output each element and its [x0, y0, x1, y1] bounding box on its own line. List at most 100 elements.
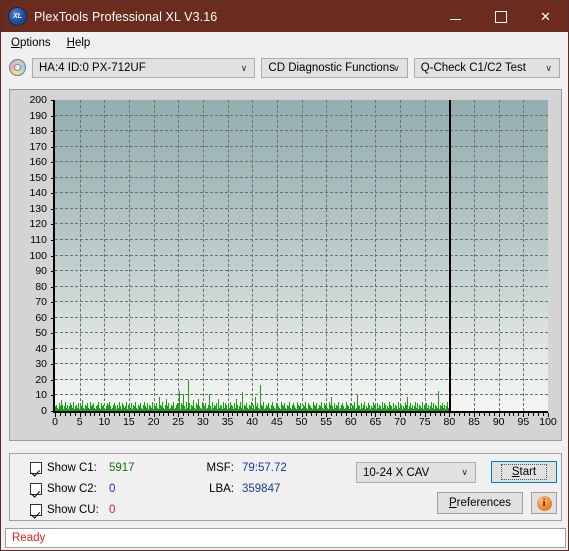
show-c1-checkbox-row[interactable]: Show C1: 5917 — [30, 462, 135, 474]
chart-y-tick-label: 140 — [29, 187, 47, 200]
chart-y-tick — [51, 177, 54, 179]
chart-y-tick-label: 20 — [35, 373, 47, 386]
chart-x-tick-label: 80 — [443, 416, 456, 428]
c2-count-value: 0 — [109, 483, 116, 495]
chart-y-tick-label: 130 — [29, 202, 47, 215]
show-cu-label: Show CU: — [47, 504, 99, 516]
chart-y-tick-label: 30 — [35, 358, 47, 371]
chart-y-tick — [51, 395, 54, 397]
show-c2-label: Show C2: — [47, 483, 97, 495]
test-select[interactable]: Q-Check C1/C2 Test ∨ — [413, 57, 560, 78]
chart-x-tick-label: 50 — [295, 416, 308, 428]
chart-y-tick-label: 10 — [35, 389, 47, 402]
show-c2-checkbox-row[interactable]: Show C2: 0 — [30, 483, 115, 495]
chart-y-tick — [51, 364, 54, 366]
status-bar: Ready — [5, 528, 566, 548]
cd-disc-icon — [9, 59, 26, 76]
speed-select-value: 10-24 X CAV — [363, 466, 430, 479]
chart-x-tick-label: 100 — [539, 416, 557, 428]
function-select-value: CD Diagnostic Functions — [268, 61, 395, 74]
preferences-button[interactable]: Preferences — [437, 492, 523, 514]
chart-x-tick-label: 15 — [123, 416, 135, 428]
window-controls: ✕ — [433, 1, 568, 32]
chart-y-tick — [51, 224, 54, 226]
menu-item-options-label: ptions — [19, 36, 51, 49]
chart-y-tick-label: 160 — [29, 156, 47, 169]
close-button[interactable]: ✕ — [523, 1, 568, 32]
chart-x-tick-label: 5 — [76, 416, 83, 428]
chart-y-tick — [51, 131, 54, 133]
chart-x-tick-label: 60 — [344, 416, 357, 428]
chart-x-tick-label: 20 — [147, 416, 160, 428]
chart-y-tick — [51, 411, 54, 412]
speed-select[interactable]: 10-24 X CAV ∨ — [356, 462, 476, 483]
chart-data-end-line — [449, 100, 452, 411]
chart-x-tick-label: 90 — [492, 416, 505, 428]
minimize-button[interactable] — [433, 1, 478, 32]
chart-x-tick-label: 45 — [271, 416, 283, 428]
lba-label: LBA: — [209, 483, 234, 495]
chart-y-tick-label: 170 — [29, 140, 47, 153]
chevron-down-icon: ∨ — [240, 63, 248, 73]
chart-x-tick-label: 85 — [468, 416, 480, 428]
menu-item-help-label: elp — [74, 36, 91, 49]
c1-count-value: 5917 — [109, 462, 135, 474]
chart-x-tick-label: 65 — [369, 416, 382, 428]
control-panel: Show C1: 5917 Show C2: 0 Show CU: 0 MSF:… — [9, 453, 562, 521]
status-text: Ready — [12, 532, 46, 544]
chart-y-tick — [51, 208, 54, 210]
show-cu-checkbox-row[interactable]: Show CU: 0 — [30, 504, 115, 516]
chart-x-tick-label: 0 — [52, 416, 58, 428]
chart-y-axis-labels: 0 10 20 30 40 50 60 70 80 90 100 110 120 130 140 150 160… — [10, 90, 51, 417]
chart-y-tick — [51, 115, 54, 117]
chart-y-tick-label: 0 — [41, 405, 47, 417]
chart-x-tick-label: 95 — [517, 416, 530, 428]
chart-y-tick-label: 90 — [35, 265, 47, 278]
info-button[interactable]: i — [531, 492, 557, 514]
start-button[interactable]: Start — [491, 461, 557, 483]
function-select[interactable]: CD Diagnostic Functions ∨ — [261, 57, 408, 78]
chart-x-tick-label: 55 — [320, 416, 332, 428]
menu-bar: Options Help — [1, 32, 568, 53]
chevron-down-icon: ∨ — [461, 467, 468, 477]
test-select-value: Q-Check C1/C2 Test — [420, 61, 526, 74]
drive-select[interactable]: HA:4 ID:0 PX-712UF ∨ — [32, 57, 256, 78]
chart-series-c1 — [55, 100, 548, 411]
chart-y-tick-label: 80 — [35, 280, 47, 293]
maximize-button[interactable] — [478, 1, 523, 32]
chart-y-tick — [51, 193, 54, 195]
chart-x-tick-label: 70 — [394, 416, 406, 428]
menu-item-help[interactable]: Help — [63, 35, 99, 51]
chart-y-tick — [51, 255, 54, 257]
chart-x-tick-label: 30 — [197, 416, 209, 428]
show-cu-checkbox[interactable] — [30, 504, 42, 516]
cu-count-value: 0 — [109, 504, 116, 516]
chart-y-tick-label: 110 — [30, 233, 47, 246]
chart-y-tick-label: 200 — [29, 94, 47, 106]
show-c1-checkbox[interactable] — [30, 462, 42, 474]
chart-y-tick — [51, 239, 54, 241]
menu-item-options[interactable]: Options — [7, 35, 59, 51]
msf-readout: MSF: 79:57.72 — [200, 462, 287, 474]
chart-y-tick — [51, 162, 54, 164]
chart-y-tick — [51, 100, 54, 101]
title-bar: XL PlexTools Professional XL V3.16 ✕ — [1, 1, 568, 32]
chart-y-tick — [51, 348, 54, 350]
chart-y-tick-label: 150 — [29, 171, 47, 184]
chart-y-tick-label: 60 — [35, 311, 47, 324]
lba-readout: LBA: 359847 — [200, 483, 280, 495]
msf-value: 79:57.72 — [242, 462, 287, 474]
preferences-button-label: references — [456, 497, 511, 509]
chart-x-tick-label: 25 — [172, 416, 185, 428]
chevron-down-icon: ∨ — [393, 63, 400, 73]
chart-x-tick-label: 10 — [98, 416, 111, 428]
chart-y-tick — [51, 286, 54, 288]
window-title: PlexTools Professional XL V3.16 — [34, 9, 218, 24]
chart-x-axis-labels: 0 5 10 15 20 25 30 35 40 45 50 55 60 65 70 75 80 85 90 95 10… — [10, 416, 563, 438]
start-button-label: tart — [519, 466, 537, 478]
show-c2-checkbox[interactable] — [30, 483, 42, 495]
chart-y-tick-label: 100 — [29, 249, 47, 262]
chart-y-tick-label: 180 — [29, 125, 47, 138]
chart-y-tick — [51, 146, 54, 148]
plextools-xl-icon: XL — [9, 8, 26, 25]
